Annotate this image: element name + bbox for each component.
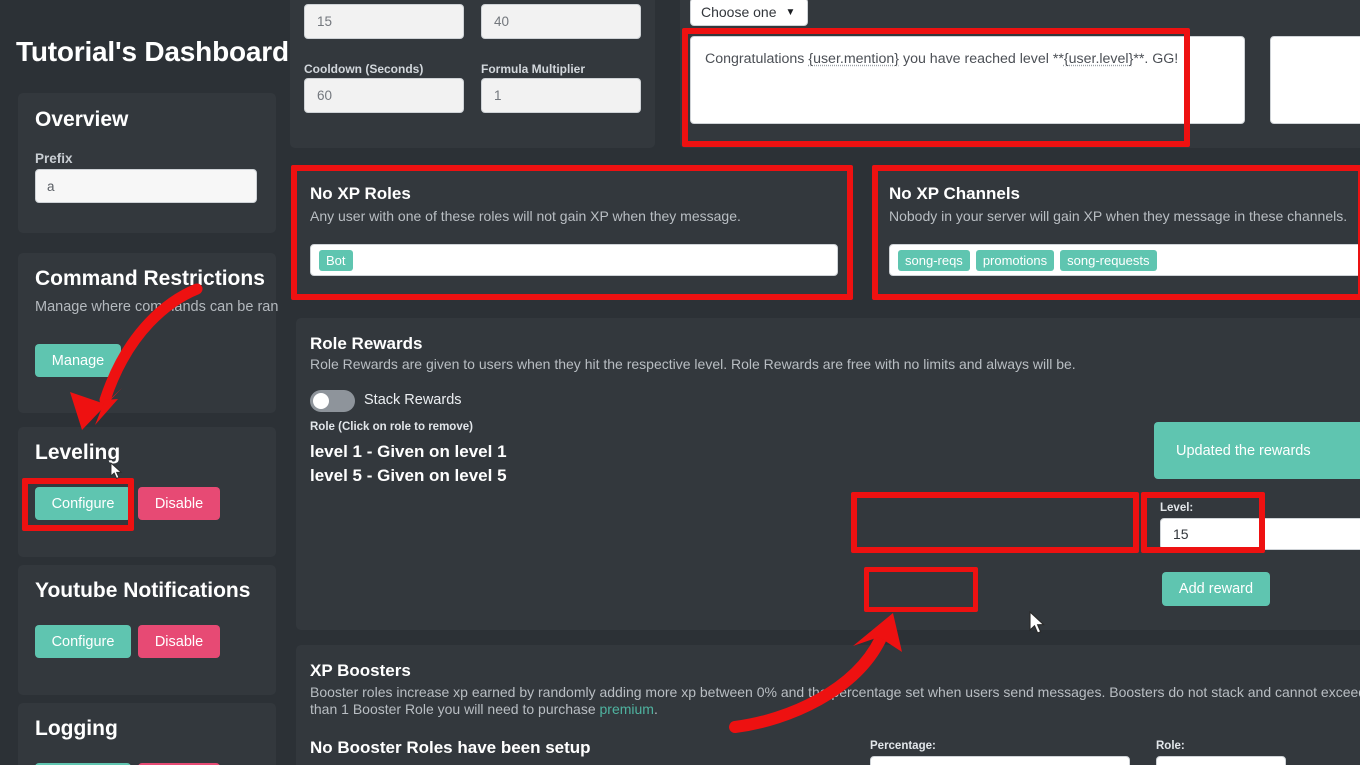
youtube-heading: Youtube Notifications (35, 579, 251, 602)
no-xp-roles-tagbox[interactable]: Bot (310, 244, 838, 276)
sidebar-card-command-restrictions: Command Restrictions Manage where comman… (18, 253, 279, 413)
booster-percentage-input[interactable] (870, 756, 1130, 765)
role-rewards-heading: Role Rewards (310, 334, 423, 353)
stack-rewards-toggle[interactable] (310, 390, 355, 412)
boosters-desc-period: . (653, 701, 658, 717)
level-message-type-select[interactable]: Choose one ▼ (690, 0, 808, 26)
page-title: Tutorial's Dashboard (16, 36, 289, 67)
xp-boosters-description-line1: Booster roles increase xp earned by rand… (310, 684, 1360, 700)
no-xp-roles-card: No XP Roles Any user with one of these r… (296, 166, 851, 298)
prefix-label: Prefix (35, 151, 73, 166)
booster-role-field-label: Role: (1156, 740, 1185, 752)
toggle-knob (313, 393, 329, 409)
no-booster-roles-message: No Booster Roles have been setup (310, 738, 591, 757)
level-message-card: Choose one ▼ Congratulations {user.menti… (680, 0, 1360, 148)
percentage-field-label: Percentage: (870, 740, 936, 752)
no-xp-channels-tagbox[interactable]: song-reqs promotions song-requests (889, 244, 1360, 276)
add-reward-button[interactable]: Add reward (1162, 572, 1270, 606)
status-alert-text: Updated the rewards (1176, 442, 1311, 459)
formula-multiplier-label: Formula Multiplier (481, 62, 586, 76)
level-message-secondary-textarea[interactable] (1270, 36, 1360, 124)
msg-token-user-level: {user.level} (1063, 51, 1134, 67)
reward-row[interactable]: level 5 - Given on level 5 (310, 466, 507, 486)
msg-part-1: Congratulations (705, 51, 809, 67)
xp-boosters-card: XP Boosters Booster roles increase xp ea… (296, 645, 1360, 765)
max-xp-input[interactable] (481, 4, 641, 39)
no-xp-channels-heading: No XP Channels (889, 184, 1020, 203)
level-message-type-value: Choose one (701, 4, 777, 20)
channel-chip[interactable]: promotions (975, 249, 1055, 271)
level-message-textarea[interactable]: Congratulations {user.mention} you have … (690, 36, 1245, 124)
boosters-desc-text: than 1 Booster Role you will need to pur… (310, 701, 600, 717)
role-hint-label: Role (Click on role to remove) (310, 421, 473, 433)
status-alert: Updated the rewards (1154, 422, 1360, 479)
sidebar: Tutorial's Dashboard Overview Prefix Com… (0, 0, 290, 765)
min-xp-input[interactable] (304, 4, 464, 39)
overview-heading: Overview (35, 108, 129, 131)
formula-multiplier-input[interactable] (481, 78, 641, 113)
sidebar-card-logging: Logging Configure Disable (18, 703, 276, 765)
booster-role-input[interactable] (1156, 756, 1286, 765)
level-field-label: Level: (1160, 502, 1194, 514)
channel-chip[interactable]: song-requests (1060, 249, 1157, 271)
dashboard-page: Tutorial's Dashboard Overview Prefix Com… (0, 0, 1360, 765)
role-chip[interactable]: Bot (319, 249, 353, 271)
no-xp-roles-heading: No XP Roles (310, 184, 411, 203)
main-content: Cooldown (Seconds) Formula Multiplier Ch… (290, 0, 1360, 765)
leveling-disable-button[interactable]: Disable (138, 487, 220, 520)
no-xp-roles-description: Any user with one of these roles will no… (310, 208, 741, 224)
cooldown-label: Cooldown (Seconds) (304, 62, 424, 76)
msg-token-user-mention: {user.mention} (808, 51, 900, 67)
leveling-heading: Leveling (35, 441, 121, 464)
prefix-input[interactable] (35, 169, 257, 203)
youtube-configure-button[interactable]: Configure (35, 625, 131, 658)
channel-chip[interactable]: song-reqs (898, 249, 970, 271)
sidebar-card-overview: Overview Prefix (18, 93, 276, 233)
role-rewards-card: Role Rewards Role Rewards are given to u… (296, 318, 1360, 630)
sidebar-card-leveling: Leveling Configure Disable (18, 427, 276, 557)
premium-link[interactable]: premium (600, 701, 654, 717)
msg-part-5: **. GG! (1133, 51, 1179, 67)
xp-boosters-heading: XP Boosters (310, 661, 411, 680)
reward-level-input[interactable] (1160, 518, 1360, 550)
role-rewards-description: Role Rewards are given to users when the… (310, 356, 1076, 372)
youtube-disable-button[interactable]: Disable (138, 625, 220, 658)
leveling-configure-button[interactable]: Configure (35, 487, 131, 520)
stack-rewards-label: Stack Rewards (364, 392, 462, 408)
sidebar-card-youtube-notifications: Youtube Notifications Configure Disable (18, 565, 276, 695)
command-restrictions-heading: Command Restrictions (35, 267, 265, 290)
xp-settings-card: Cooldown (Seconds) Formula Multiplier (290, 0, 655, 148)
cooldown-input[interactable] (304, 78, 464, 113)
command-restrictions-description: Manage where commands can be ran (35, 299, 279, 315)
logging-heading: Logging (35, 717, 118, 740)
chevron-down-icon: ▼ (785, 6, 796, 18)
xp-boosters-description-line2: than 1 Booster Role you will need to pur… (310, 701, 658, 717)
reward-row[interactable]: level 1 - Given on level 1 (310, 442, 507, 462)
no-xp-channels-card: No XP Channels Nobody in your server wil… (875, 166, 1360, 298)
no-xp-channels-description: Nobody in your server will gain XP when … (889, 208, 1348, 224)
manage-button[interactable]: Manage (35, 344, 121, 377)
msg-part-3: you have reached level ** (899, 51, 1064, 67)
